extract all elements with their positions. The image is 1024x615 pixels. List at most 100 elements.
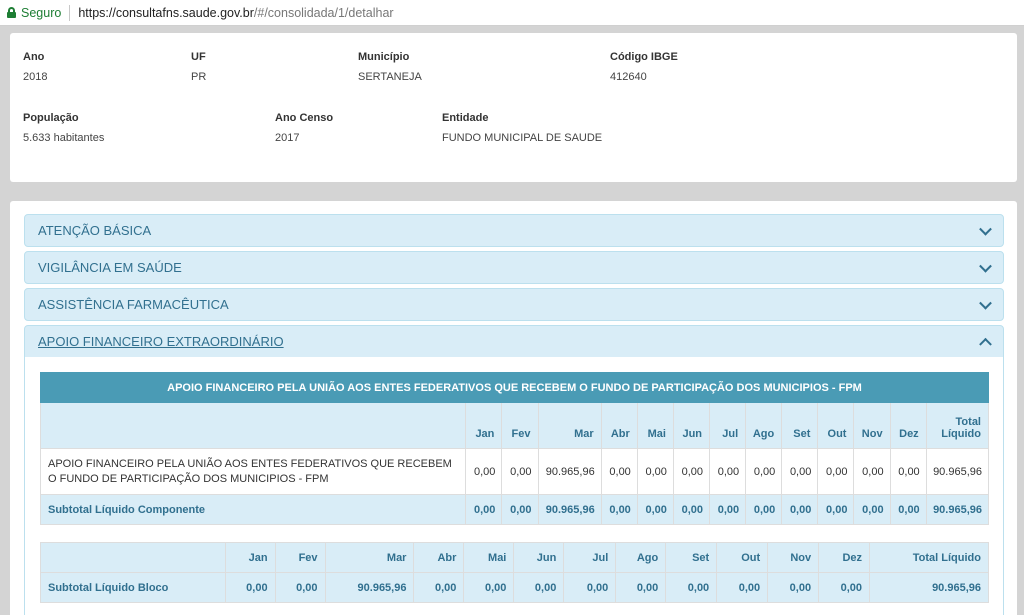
- table-cell: 0,00: [889, 494, 927, 525]
- table-cell: 0,00: [463, 572, 515, 603]
- table-cell: 0,00: [767, 572, 820, 603]
- column-header-total: Total Líquido: [925, 402, 990, 449]
- column-header-description: [39, 402, 467, 449]
- column-header: Jan: [465, 402, 503, 449]
- field-ano-censo: Ano Censo 2017: [275, 112, 333, 144]
- accordion-apoio-financeiro-extraordinario[interactable]: APOIO FINANCEIRO EXTRAORDINÁRIO: [24, 325, 1004, 358]
- table-cell: 0,00: [563, 572, 617, 603]
- column-header: Nov: [767, 542, 820, 573]
- field-populacao: População 5.633 habitantes: [23, 112, 104, 144]
- column-header: Out: [817, 402, 855, 449]
- column-header: Mai: [463, 542, 515, 573]
- column-header-description: [40, 542, 226, 573]
- chevron-down-icon: [979, 222, 992, 236]
- field-label: Código IBGE: [610, 51, 678, 63]
- column-header: Ago: [745, 402, 783, 449]
- accordion-title: APOIO FINANCEIRO EXTRAORDINÁRIO: [38, 334, 284, 349]
- column-header: Mar: [537, 402, 602, 449]
- lock-icon: [7, 7, 16, 18]
- column-header: Mai: [636, 402, 674, 449]
- table-cell: 0,00: [615, 572, 667, 603]
- table-cell: 0,00: [745, 448, 783, 495]
- column-header: Out: [716, 542, 769, 573]
- table-cell: 0,00: [716, 572, 769, 603]
- table-cell: 0,00: [665, 572, 718, 603]
- column-header: Dez: [818, 542, 871, 573]
- table-cell: 0,00: [781, 448, 819, 495]
- field-label: Município: [358, 51, 410, 63]
- column-header: Dez: [889, 402, 927, 449]
- field-value: 412640: [610, 71, 647, 83]
- table-cell: 0,00: [709, 448, 747, 495]
- field-value: 2017: [275, 132, 300, 144]
- column-header: Jun: [513, 542, 565, 573]
- total-header-line-1: Total: [955, 416, 981, 428]
- table-cell: 0,00: [745, 494, 783, 525]
- subtotal-row: Subtotal Líquido Componente 0,00 0,00 90…: [39, 494, 990, 525]
- total-header-line-2: Líquido: [941, 428, 981, 440]
- table-cell: 90.965,96: [324, 572, 415, 603]
- address-bar[interactable]: Seguro https://consultafns.saude.gov.br /…: [0, 0, 1024, 26]
- chevron-up-icon: [979, 337, 992, 351]
- row-description: APOIO FINANCEIRO PELA UNIÃO AOS ENTES FE…: [39, 448, 467, 495]
- field-label: Ano Censo: [275, 112, 334, 124]
- table-cell: 0,00: [274, 572, 326, 603]
- field-value: SERTANEJA: [358, 71, 422, 83]
- municipality-info-panel: Ano 2018 UF PR Município SERTANEJA Códig…: [10, 33, 1017, 182]
- table-cell: 0,00: [817, 448, 855, 495]
- column-header: Set: [665, 542, 718, 573]
- table-cell: 0,00: [636, 448, 674, 495]
- column-header: Mar: [324, 542, 415, 573]
- transfers-panel: ATENÇÃO BÁSICA VIGILÂNCIA EM SAÚDE ASSIS…: [10, 201, 1017, 615]
- field-value: PR: [191, 71, 207, 83]
- field-ano: Ano 2018: [23, 51, 47, 83]
- column-header: Jun: [672, 402, 711, 449]
- column-header: Jul: [563, 542, 617, 573]
- field-label: População: [23, 112, 79, 124]
- column-header: Fev: [274, 542, 326, 573]
- chevron-down-icon: [979, 259, 992, 273]
- accordion-content: APOIO FINANCEIRO PELA UNIÃO AOS ENTES FE…: [24, 357, 1004, 615]
- table-cell: 0,00: [224, 572, 276, 603]
- table-row: APOIO FINANCEIRO PELA UNIÃO AOS ENTES FE…: [39, 448, 990, 495]
- column-header: Fev: [501, 402, 539, 449]
- field-value: FUNDO MUNICIPAL DE SAUDE: [442, 132, 603, 144]
- column-header: Set: [781, 402, 819, 449]
- table-cell: 0,00: [853, 448, 891, 495]
- field-municipio: Município SERTANEJA: [358, 51, 422, 83]
- url-path[interactable]: /#/consolidada/1/detalhar: [254, 6, 394, 20]
- subtotal-label: Subtotal Líquido Bloco: [40, 572, 226, 603]
- accordion-assistencia-farmaceutica[interactable]: ASSISTÊNCIA FARMACÊUTICA: [24, 288, 1004, 321]
- column-header: Jan: [224, 542, 276, 573]
- subtotal-total: 90.965,96: [869, 572, 989, 603]
- table-cell: 0,00: [672, 494, 711, 525]
- url-host[interactable]: https://consultafns.saude.gov.br: [78, 6, 254, 20]
- chevron-down-icon: [979, 296, 992, 310]
- column-header: Ago: [615, 542, 667, 573]
- table-cell: 0,00: [817, 494, 855, 525]
- table-cell: 0,00: [465, 494, 503, 525]
- column-header: Jul: [709, 402, 747, 449]
- field-uf: UF PR: [191, 51, 206, 83]
- table-cell: 0,00: [709, 494, 747, 525]
- column-header: Abr: [600, 402, 638, 449]
- table-cell: 0,00: [501, 494, 539, 525]
- field-label: UF: [191, 51, 206, 63]
- table-cell: 0,00: [501, 448, 539, 495]
- field-label: Ano: [23, 51, 45, 63]
- field-entidade: Entidade FUNDO MUNICIPAL DE SAUDE: [442, 112, 602, 144]
- column-header: Abr: [413, 542, 465, 573]
- accordion-title: ATENÇÃO BÁSICA: [38, 223, 152, 238]
- subtotal-total: 90.965,96: [925, 494, 990, 525]
- field-value: 5.633 habitantes: [23, 132, 105, 144]
- field-label: Entidade: [442, 112, 489, 124]
- accordion-vigilancia-em-saude[interactable]: VIGILÂNCIA EM SAÚDE: [24, 251, 1004, 284]
- column-header-total: Total Líquido: [869, 542, 989, 573]
- subtotal-row: Subtotal Líquido Bloco 0,00 0,00 90.965,…: [40, 572, 989, 603]
- component-table: APOIO FINANCEIRO PELA UNIÃO AOS ENTES FE…: [39, 372, 990, 525]
- table-cell: 0,00: [818, 572, 871, 603]
- subtotal-label: Subtotal Líquido Componente: [39, 494, 467, 525]
- table-cell: 0,00: [889, 448, 927, 495]
- accordion-atencao-basica[interactable]: ATENÇÃO BÁSICA: [24, 214, 1004, 247]
- field-codigo-ibge: Código IBGE 412640: [610, 51, 678, 83]
